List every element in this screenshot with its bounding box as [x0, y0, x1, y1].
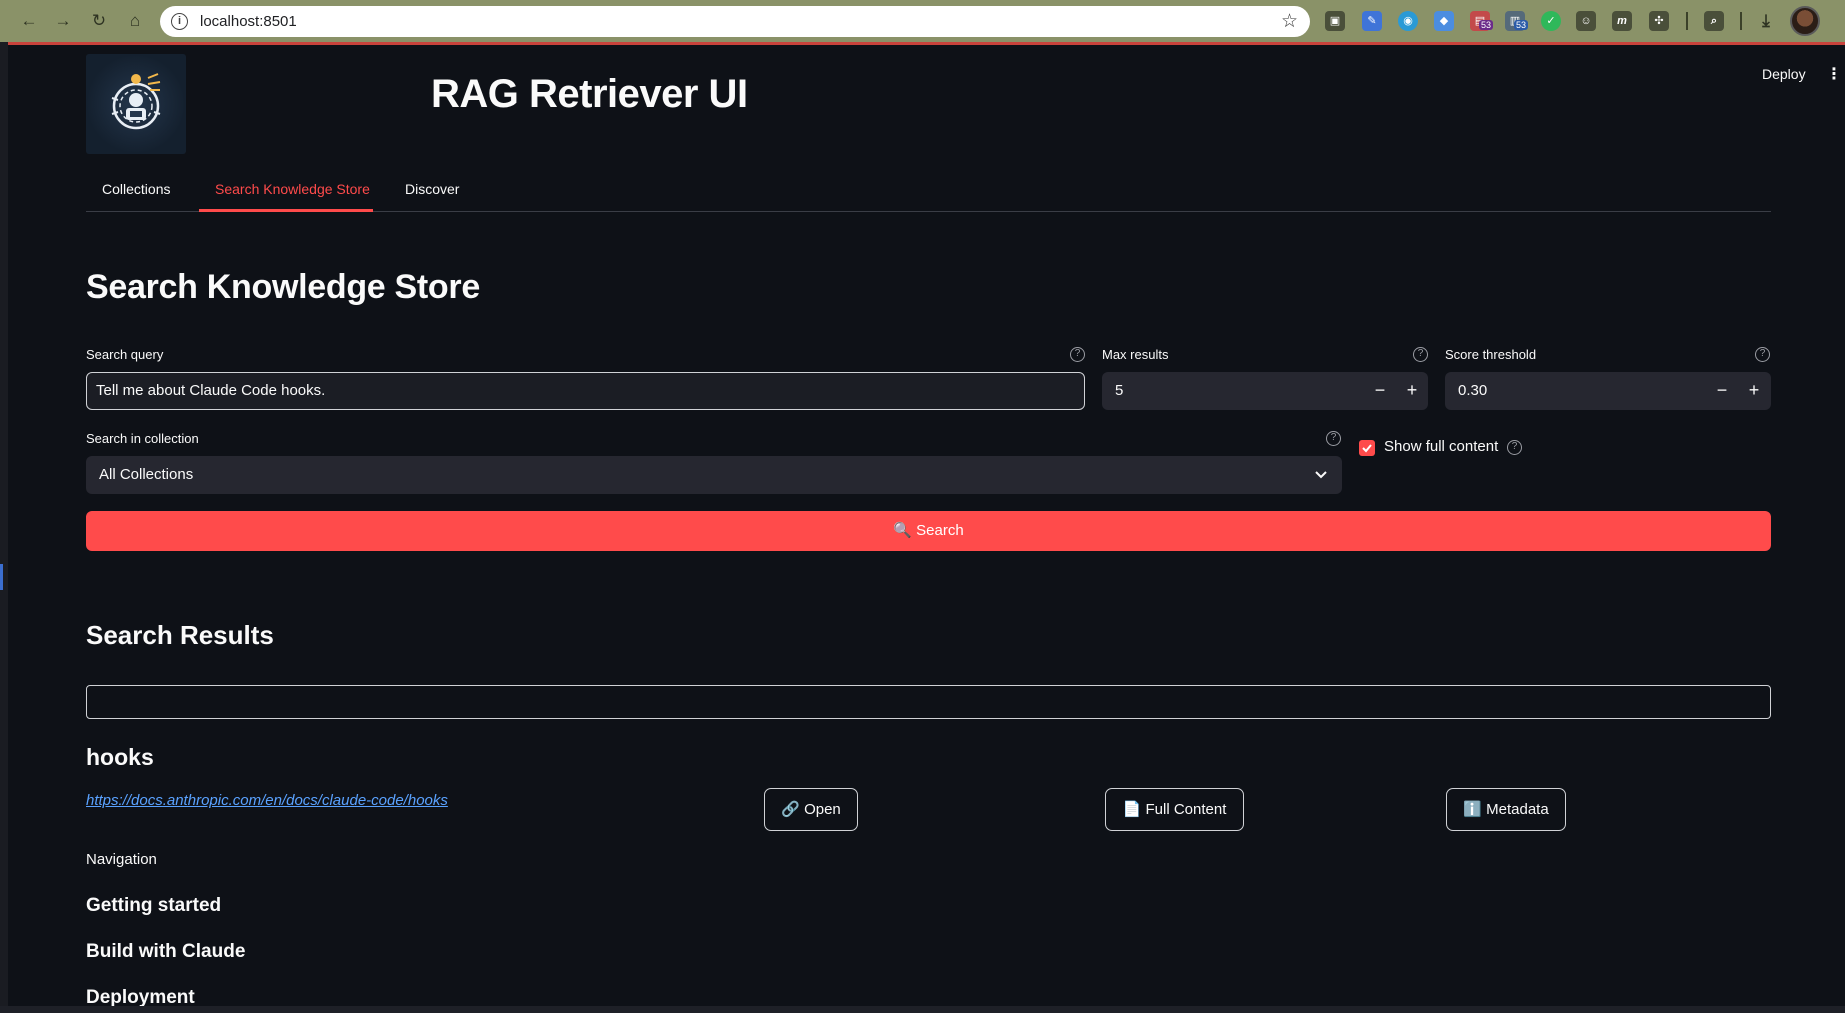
- extension-icon[interactable]: ◉: [1398, 11, 1418, 31]
- decrement-icon[interactable]: −: [1366, 378, 1394, 404]
- reload-icon[interactable]: ↻: [88, 10, 110, 32]
- result-url-link[interactable]: https://docs.anthropic.com/en/docs/claud…: [86, 792, 448, 809]
- chevron-down-icon[interactable]: [1314, 465, 1328, 483]
- extension-icon[interactable]: ▣: [1325, 11, 1345, 31]
- open-button[interactable]: 🔗 Open: [764, 788, 858, 831]
- extension-icon[interactable]: ✎: [1362, 11, 1382, 31]
- left-edge-marker: [0, 564, 3, 590]
- show-full-content-checkbox[interactable]: [1359, 440, 1375, 456]
- extension-icon[interactable]: ◆: [1434, 11, 1454, 31]
- page-top-accent: [8, 42, 1845, 45]
- bottom-strip: [0, 1006, 1845, 1013]
- tab-search-knowledge-store[interactable]: Search Knowledge Store: [215, 180, 370, 212]
- increment-icon[interactable]: +: [1740, 378, 1768, 404]
- back-icon[interactable]: ←: [18, 10, 40, 32]
- address-url[interactable]: localhost:8501: [200, 13, 297, 30]
- puzzle-icon[interactable]: ✣: [1649, 11, 1669, 31]
- active-tab-indicator: [199, 209, 373, 212]
- extension-badge: 53: [1514, 20, 1529, 30]
- help-icon[interactable]: ?: [1326, 431, 1341, 446]
- results-box: [86, 685, 1771, 719]
- decrement-icon[interactable]: −: [1708, 378, 1736, 404]
- app-logo: [86, 54, 186, 154]
- left-edge: [0, 42, 8, 1013]
- results-heading: Search Results: [86, 620, 274, 650]
- tab-bar: Collections Search Knowledge Store Disco…: [86, 180, 1771, 212]
- check-icon: [1362, 444, 1372, 453]
- result-content-section: Build with Claude: [86, 941, 246, 962]
- show-full-content-label[interactable]: Show full content: [1384, 438, 1498, 455]
- robot-logo-icon: [111, 73, 161, 130]
- score-threshold-value[interactable]: 0.30: [1458, 382, 1487, 399]
- result-content-line: Navigation: [86, 851, 157, 868]
- max-results-value[interactable]: 5: [1115, 382, 1123, 399]
- browser-toolbar: ← → ↻ ⌂ i localhost:8501 ☆ ▣ ✎ ◉ ◆ ▤ 53 …: [0, 0, 1845, 42]
- tab-collections[interactable]: Collections: [102, 180, 170, 212]
- download-icon[interactable]: ⤓: [1756, 11, 1776, 31]
- help-icon[interactable]: ?: [1507, 440, 1522, 455]
- deploy-button[interactable]: Deploy: [1762, 66, 1806, 82]
- extension-icon[interactable]: ✓: [1541, 11, 1561, 31]
- score-threshold-label: Score threshold: [1445, 347, 1537, 362]
- page-title: Search Knowledge Store: [86, 268, 480, 306]
- full-content-button[interactable]: 📄 Full Content: [1105, 788, 1244, 831]
- search-query-label: Search query: [86, 347, 164, 362]
- bookmark-star-icon[interactable]: ☆: [1281, 10, 1298, 33]
- max-results-stepper[interactable]: 5 − +: [1102, 372, 1428, 410]
- address-bar[interactable]: i localhost:8501 ☆: [160, 6, 1310, 37]
- collection-selected-value[interactable]: All Collections: [99, 466, 193, 483]
- home-icon[interactable]: ⌂: [124, 10, 146, 32]
- extension-badge: 53: [1479, 20, 1494, 30]
- increment-icon[interactable]: +: [1398, 378, 1426, 404]
- search-query-input[interactable]: Tell me about Claude Code hooks.: [86, 372, 1085, 410]
- site-info-icon[interactable]: i: [171, 13, 188, 30]
- search-button[interactable]: 🔍 Search: [86, 511, 1771, 551]
- result-content-section: Getting started: [86, 895, 222, 916]
- tab-search-icon[interactable]: ⌕: [1704, 11, 1724, 31]
- forward-icon[interactable]: →: [52, 10, 74, 32]
- score-threshold-stepper[interactable]: 0.30 − +: [1445, 372, 1771, 410]
- extension-icon[interactable]: m: [1612, 11, 1632, 31]
- extension-icon[interactable]: ☺: [1576, 11, 1596, 31]
- collection-select[interactable]: All Collections: [86, 456, 1342, 494]
- help-icon[interactable]: ?: [1755, 347, 1770, 362]
- main-menu-icon[interactable]: ⋮: [1826, 64, 1842, 84]
- toolbar-divider: [1686, 12, 1688, 30]
- tab-discover[interactable]: Discover: [405, 180, 459, 212]
- max-results-label: Max results: [1102, 347, 1169, 362]
- help-icon[interactable]: ?: [1413, 347, 1428, 362]
- metadata-button[interactable]: ℹ️ Metadata: [1446, 788, 1566, 831]
- toolbar-divider: [1740, 12, 1742, 30]
- collection-label: Search in collection: [86, 431, 199, 446]
- result-title: hooks: [86, 744, 154, 770]
- help-icon[interactable]: ?: [1070, 347, 1085, 362]
- profile-avatar[interactable]: [1790, 6, 1820, 36]
- app-title: RAG Retriever UI: [431, 72, 748, 116]
